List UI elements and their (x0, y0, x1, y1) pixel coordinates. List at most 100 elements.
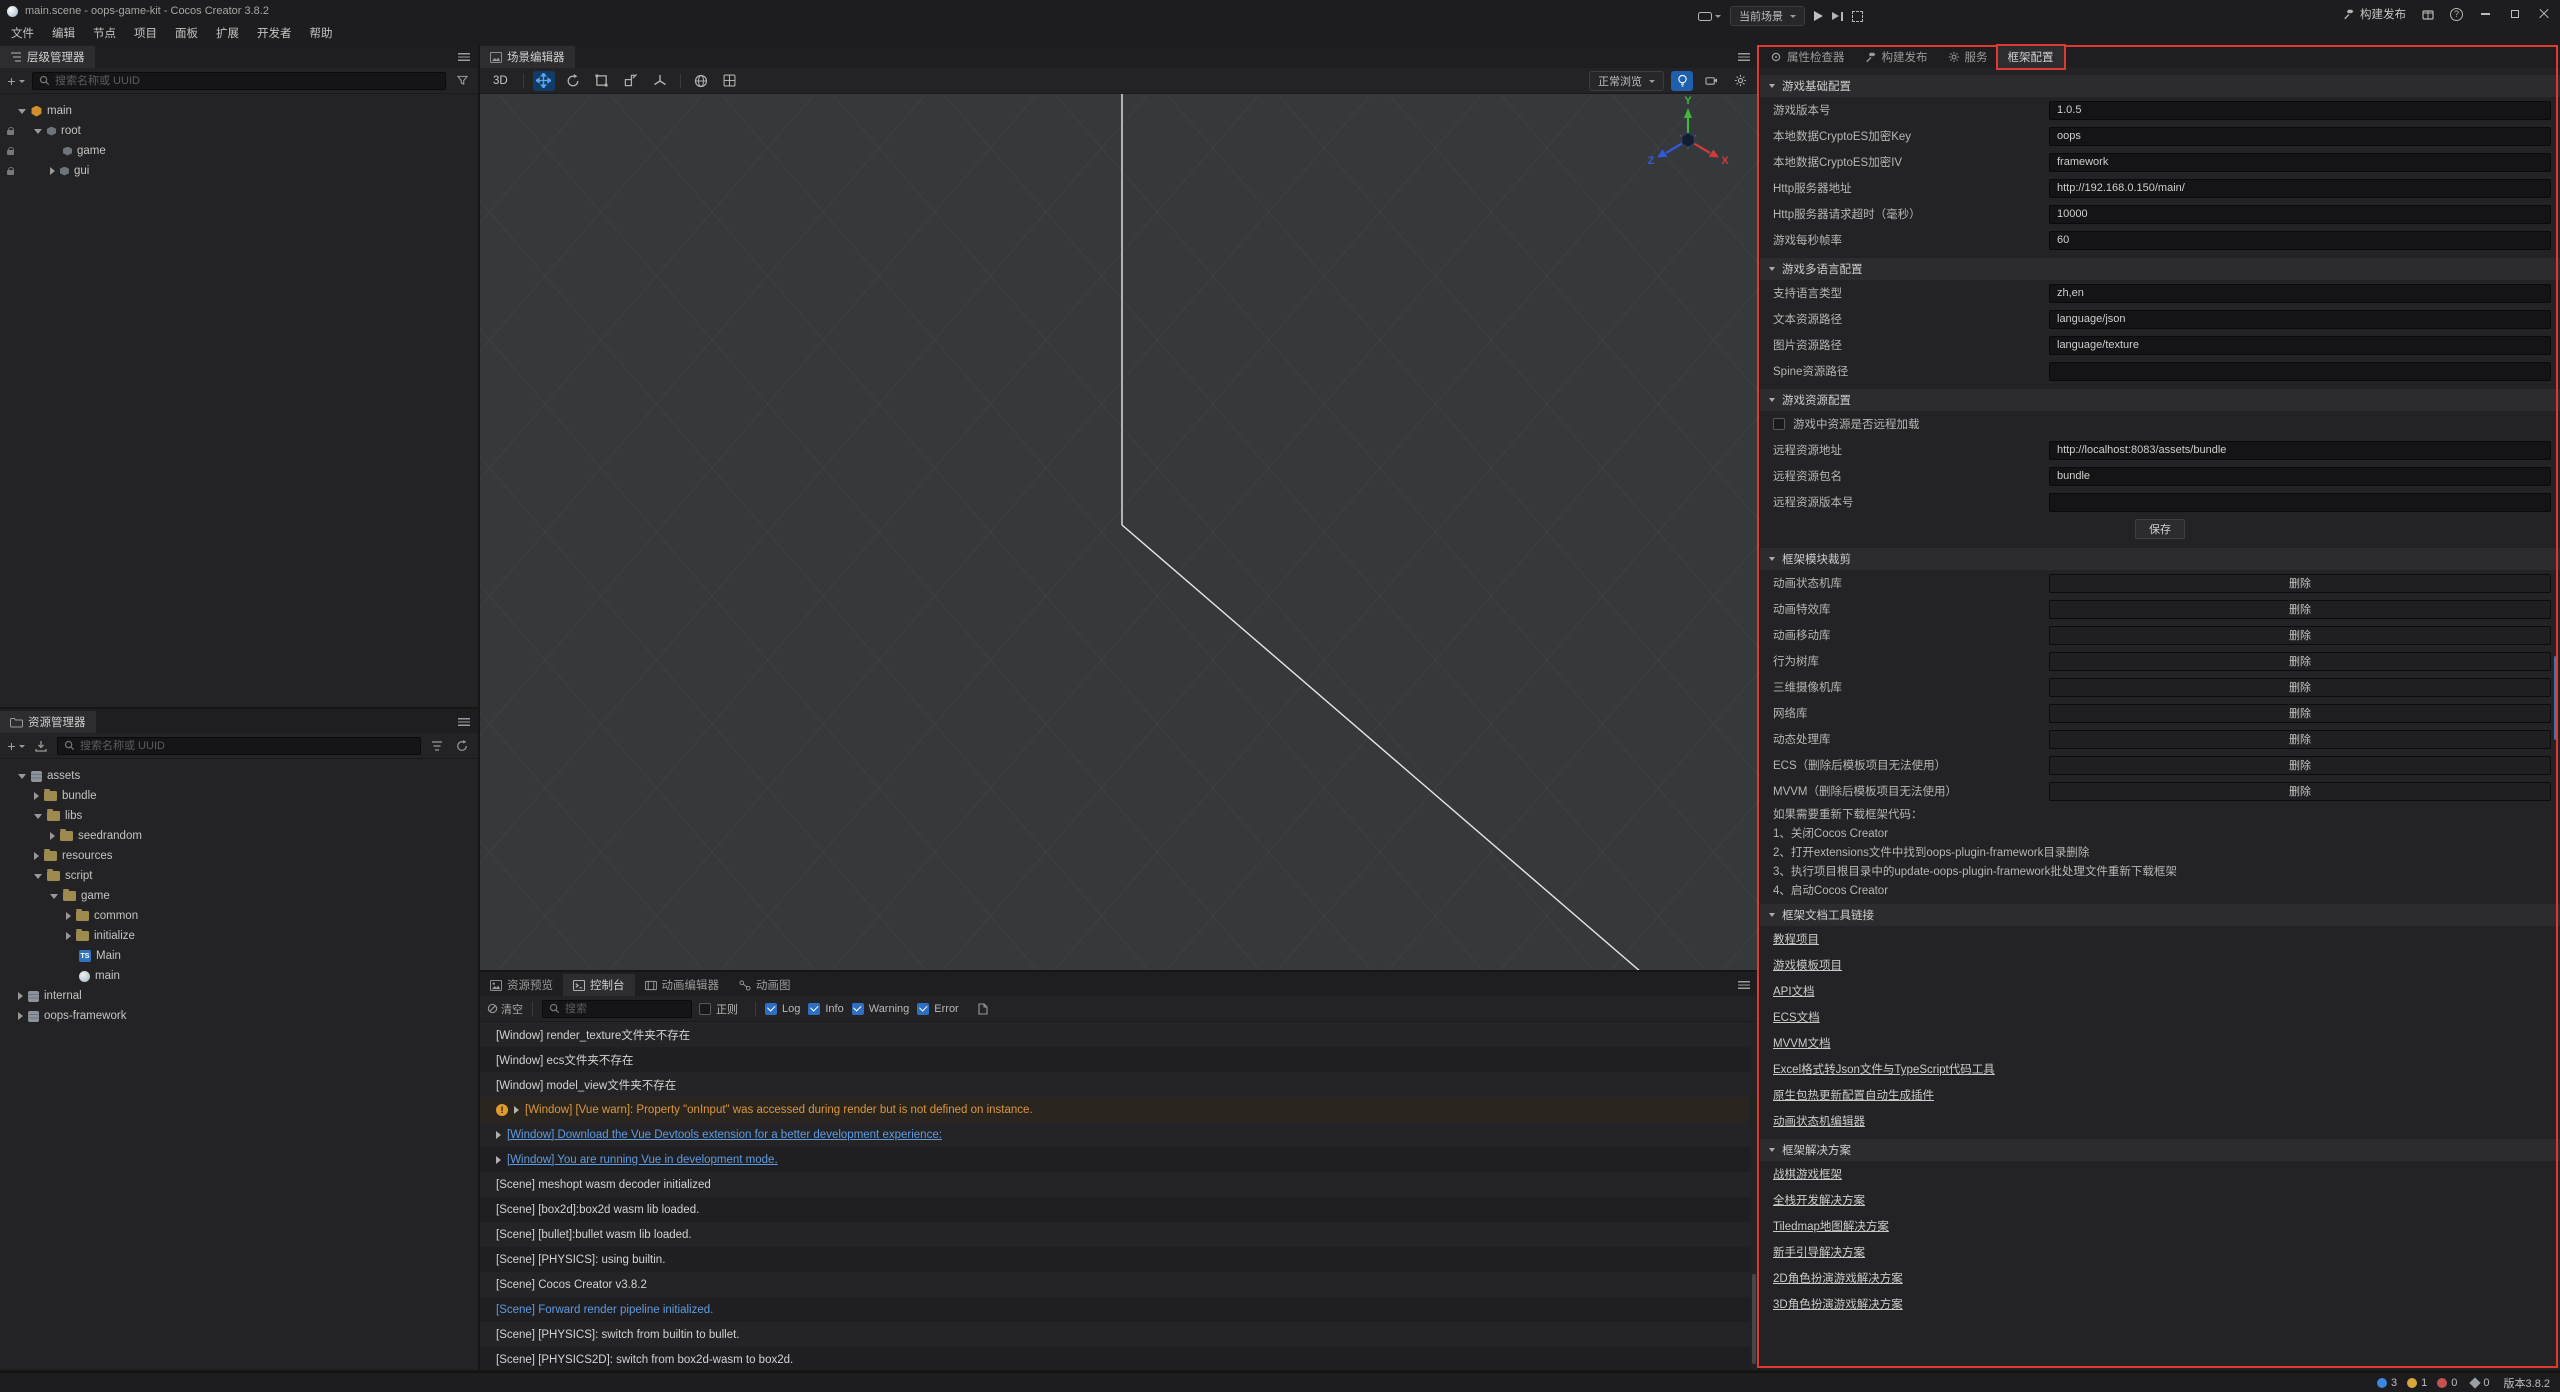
section-header[interactable]: 游戏资源配置 (1760, 389, 2560, 411)
help-button[interactable] (2442, 3, 2471, 25)
log-row[interactable]: [Scene] Forward render pipeline initiali… (480, 1297, 1750, 1322)
doc-link[interactable]: 教程项目 (1760, 926, 1832, 952)
log-row[interactable]: [Window] [Vue warn]: Property "onInput" … (480, 1097, 1750, 1122)
tab-animation-editor[interactable]: 动画编辑器 (635, 974, 730, 996)
tree-node-initialize[interactable]: initialize (0, 926, 478, 946)
tree-node-Main[interactable]: TSMain (0, 946, 478, 966)
log-row[interactable]: [Scene] [PHYSICS]: using builtin. (480, 1247, 1750, 1272)
expand-caret-icon[interactable] (496, 1131, 501, 1139)
doc-link[interactable]: 3D角色扮演游戏解决方案 (1760, 1291, 1916, 1317)
log-row[interactable]: [Window] render_texture文件夹不存在 (480, 1022, 1750, 1047)
hierarchy-panel-tab[interactable]: 层级管理器 (0, 46, 95, 68)
tree-node-seedrandom[interactable]: seedrandom (0, 826, 478, 846)
field-input[interactable] (2049, 467, 2551, 486)
expand-caret-icon[interactable] (18, 1012, 23, 1020)
delete-button[interactable]: 删除 (2049, 756, 2551, 775)
menu-item[interactable]: 面板 (166, 22, 207, 44)
expand-caret-icon[interactable] (514, 1106, 519, 1114)
remote-load-checkbox[interactable] (1773, 418, 1785, 430)
expand-caret-icon[interactable] (34, 792, 39, 800)
log-row[interactable]: [Scene] meshopt wasm decoder initialized (480, 1172, 1750, 1197)
warning-count[interactable]: 1 (2407, 1377, 2427, 1389)
doc-link[interactable]: 全栈开发解决方案 (1760, 1187, 1878, 1213)
doc-link[interactable]: Tiledmap地图解决方案 (1760, 1213, 1902, 1239)
tree-node-gui[interactable]: gui (0, 161, 478, 181)
tree-node-oops-framework[interactable]: oops-framework (0, 1006, 478, 1026)
doc-link[interactable]: API文档 (1760, 978, 1828, 1004)
tab-framework-config[interactable]: 框架配置 (1998, 46, 2064, 68)
section-header[interactable]: 游戏多语言配置 (1760, 258, 2560, 280)
tree-node-script[interactable]: script (0, 866, 478, 886)
console-scrollbar[interactable] (1752, 1274, 1756, 1364)
error-count[interactable]: 0 (2437, 1377, 2457, 1389)
expand-caret-icon[interactable] (66, 932, 71, 940)
doc-link[interactable]: 游戏模板项目 (1760, 952, 1855, 978)
expand-caret-icon[interactable] (496, 1156, 501, 1164)
info-count[interactable]: 3 (2377, 1377, 2397, 1389)
field-input[interactable] (2049, 101, 2551, 120)
rect-tool-button[interactable] (591, 71, 613, 91)
open-log-file-button[interactable] (974, 1000, 992, 1018)
log-row[interactable]: [Window] ecs文件夹不存在 (480, 1047, 1750, 1072)
log-row[interactable]: [Scene] Cocos Creator v3.8.2 (480, 1272, 1750, 1297)
expand-caret-icon[interactable] (18, 109, 26, 114)
delete-button[interactable]: 删除 (2049, 678, 2551, 697)
tab-console[interactable]: 控制台 (563, 974, 635, 996)
scene-light-toggle[interactable] (1671, 71, 1693, 91)
tab-build-publish[interactable]: 构建发布 (1855, 46, 1938, 68)
play-button[interactable] (1814, 11, 1823, 21)
menu-item[interactable]: 项目 (125, 22, 166, 44)
rotate-tool-button[interactable] (562, 71, 584, 91)
expand-caret-icon[interactable] (66, 912, 71, 920)
world-local-toggle[interactable] (690, 71, 712, 91)
tree-node-internal[interactable]: internal (0, 986, 478, 1006)
field-input[interactable] (2049, 362, 2551, 381)
expand-caret-icon[interactable] (50, 167, 55, 175)
import-asset-button[interactable] (32, 737, 50, 755)
filter-warning[interactable]: Warning (852, 1003, 910, 1015)
package-icon[interactable] (2414, 3, 2442, 25)
assets-sort-button[interactable] (428, 737, 446, 755)
field-input[interactable] (2049, 231, 2551, 250)
field-input[interactable] (2049, 284, 2551, 303)
tree-node-resources[interactable]: resources (0, 846, 478, 866)
delete-button[interactable]: 删除 (2049, 704, 2551, 723)
section-header[interactable]: 框架模块裁剪 (1760, 548, 2560, 570)
regex-toggle[interactable]: 正则 (699, 1001, 738, 1017)
delete-button[interactable]: 删除 (2049, 782, 2551, 801)
inspector-scrollbar[interactable] (2554, 656, 2558, 740)
tree-node-assets[interactable]: assets (0, 766, 478, 786)
console-search[interactable] (542, 1000, 692, 1018)
expand-caret-icon[interactable] (50, 832, 55, 840)
tab-property-inspector[interactable]: 属性检查器 (1760, 46, 1855, 68)
tree-node-game[interactable]: game (0, 886, 478, 906)
orientation-gizmo[interactable]: Y X Z (1648, 95, 1730, 167)
tree-node-main[interactable]: main (0, 966, 478, 986)
expand-caret-icon[interactable] (18, 992, 23, 1000)
filter-log[interactable]: Log (765, 1003, 800, 1015)
scale-tool-button[interactable] (620, 71, 642, 91)
expand-caret-icon[interactable] (34, 129, 42, 134)
field-input[interactable] (2049, 441, 2551, 460)
transform-tool-button[interactable] (649, 71, 671, 91)
tree-node-libs[interactable]: libs (0, 806, 478, 826)
move-tool-button[interactable] (533, 71, 555, 91)
create-asset-button[interactable]: + (7, 737, 25, 755)
tree-node-bundle[interactable]: bundle (0, 786, 478, 806)
tree-node-common[interactable]: common (0, 906, 478, 926)
assets-search[interactable] (57, 737, 421, 755)
tree-node-main[interactable]: main (0, 101, 478, 121)
assets-panel-tab[interactable]: 资源管理器 (0, 711, 96, 733)
tab-asset-preview[interactable]: 资源预览 (480, 974, 563, 996)
checkbox-info[interactable] (808, 1003, 820, 1015)
expand-caret-icon[interactable] (34, 852, 39, 860)
menu-item[interactable]: 帮助 (301, 22, 342, 44)
hierarchy-search[interactable] (32, 72, 446, 90)
filter-info[interactable]: Info (808, 1003, 843, 1015)
delete-button[interactable]: 删除 (2049, 652, 2551, 671)
menu-item[interactable]: 扩展 (207, 22, 248, 44)
build-publish-button[interactable]: 构建发布 (2335, 3, 2414, 25)
section-header[interactable]: 框架文档工具链接 (1760, 904, 2560, 926)
frame-selector-button[interactable] (1852, 11, 1863, 22)
doc-link[interactable]: MVVM文档 (1760, 1030, 1844, 1056)
